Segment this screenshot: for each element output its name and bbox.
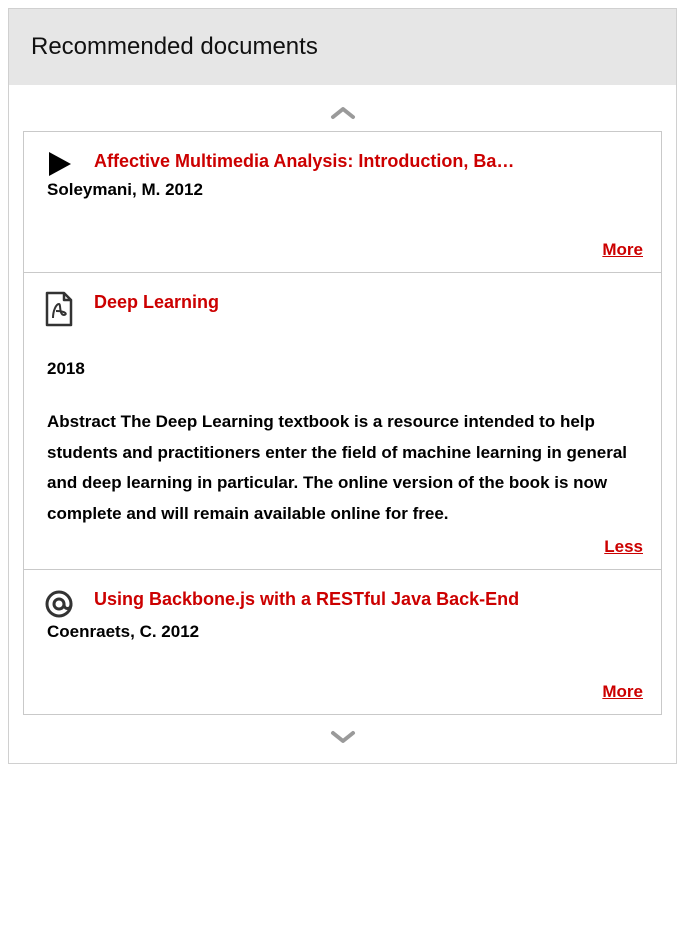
document-item: Using Backbone.js with a RESTful Java Ba…	[24, 570, 661, 714]
play-icon	[42, 148, 76, 178]
more-link[interactable]: More	[602, 682, 643, 701]
less-link[interactable]: Less	[604, 537, 643, 556]
pdf-file-icon	[42, 289, 76, 327]
more-link[interactable]: More	[602, 240, 643, 259]
scroll-up-button[interactable]	[23, 99, 662, 131]
panel-title: Recommended documents	[9, 9, 676, 85]
document-item: Deep Learning 2018 Abstract The Deep Lea…	[24, 273, 661, 570]
scroll-down-button[interactable]	[23, 715, 662, 749]
document-author: Soleymani, M. 2012	[47, 180, 643, 200]
document-title-link[interactable]: Affective Multimedia Analysis: Introduct…	[94, 148, 643, 175]
document-title-link[interactable]: Deep Learning	[94, 289, 643, 316]
document-year: 2018	[47, 359, 643, 379]
chevron-down-icon	[330, 729, 356, 745]
recommended-documents-panel: Recommended documents Affective Multimed…	[8, 8, 677, 764]
document-author: Coenraets, C. 2012	[47, 622, 643, 642]
document-abstract: Abstract The Deep Learning textbook is a…	[47, 407, 643, 529]
chevron-up-icon	[330, 105, 356, 121]
panel-body: Affective Multimedia Analysis: Introduct…	[9, 85, 676, 763]
at-sign-icon	[42, 586, 76, 620]
document-item: Affective Multimedia Analysis: Introduct…	[24, 132, 661, 273]
document-title-link[interactable]: Using Backbone.js with a RESTful Java Ba…	[94, 586, 643, 613]
document-list: Affective Multimedia Analysis: Introduct…	[23, 131, 662, 715]
